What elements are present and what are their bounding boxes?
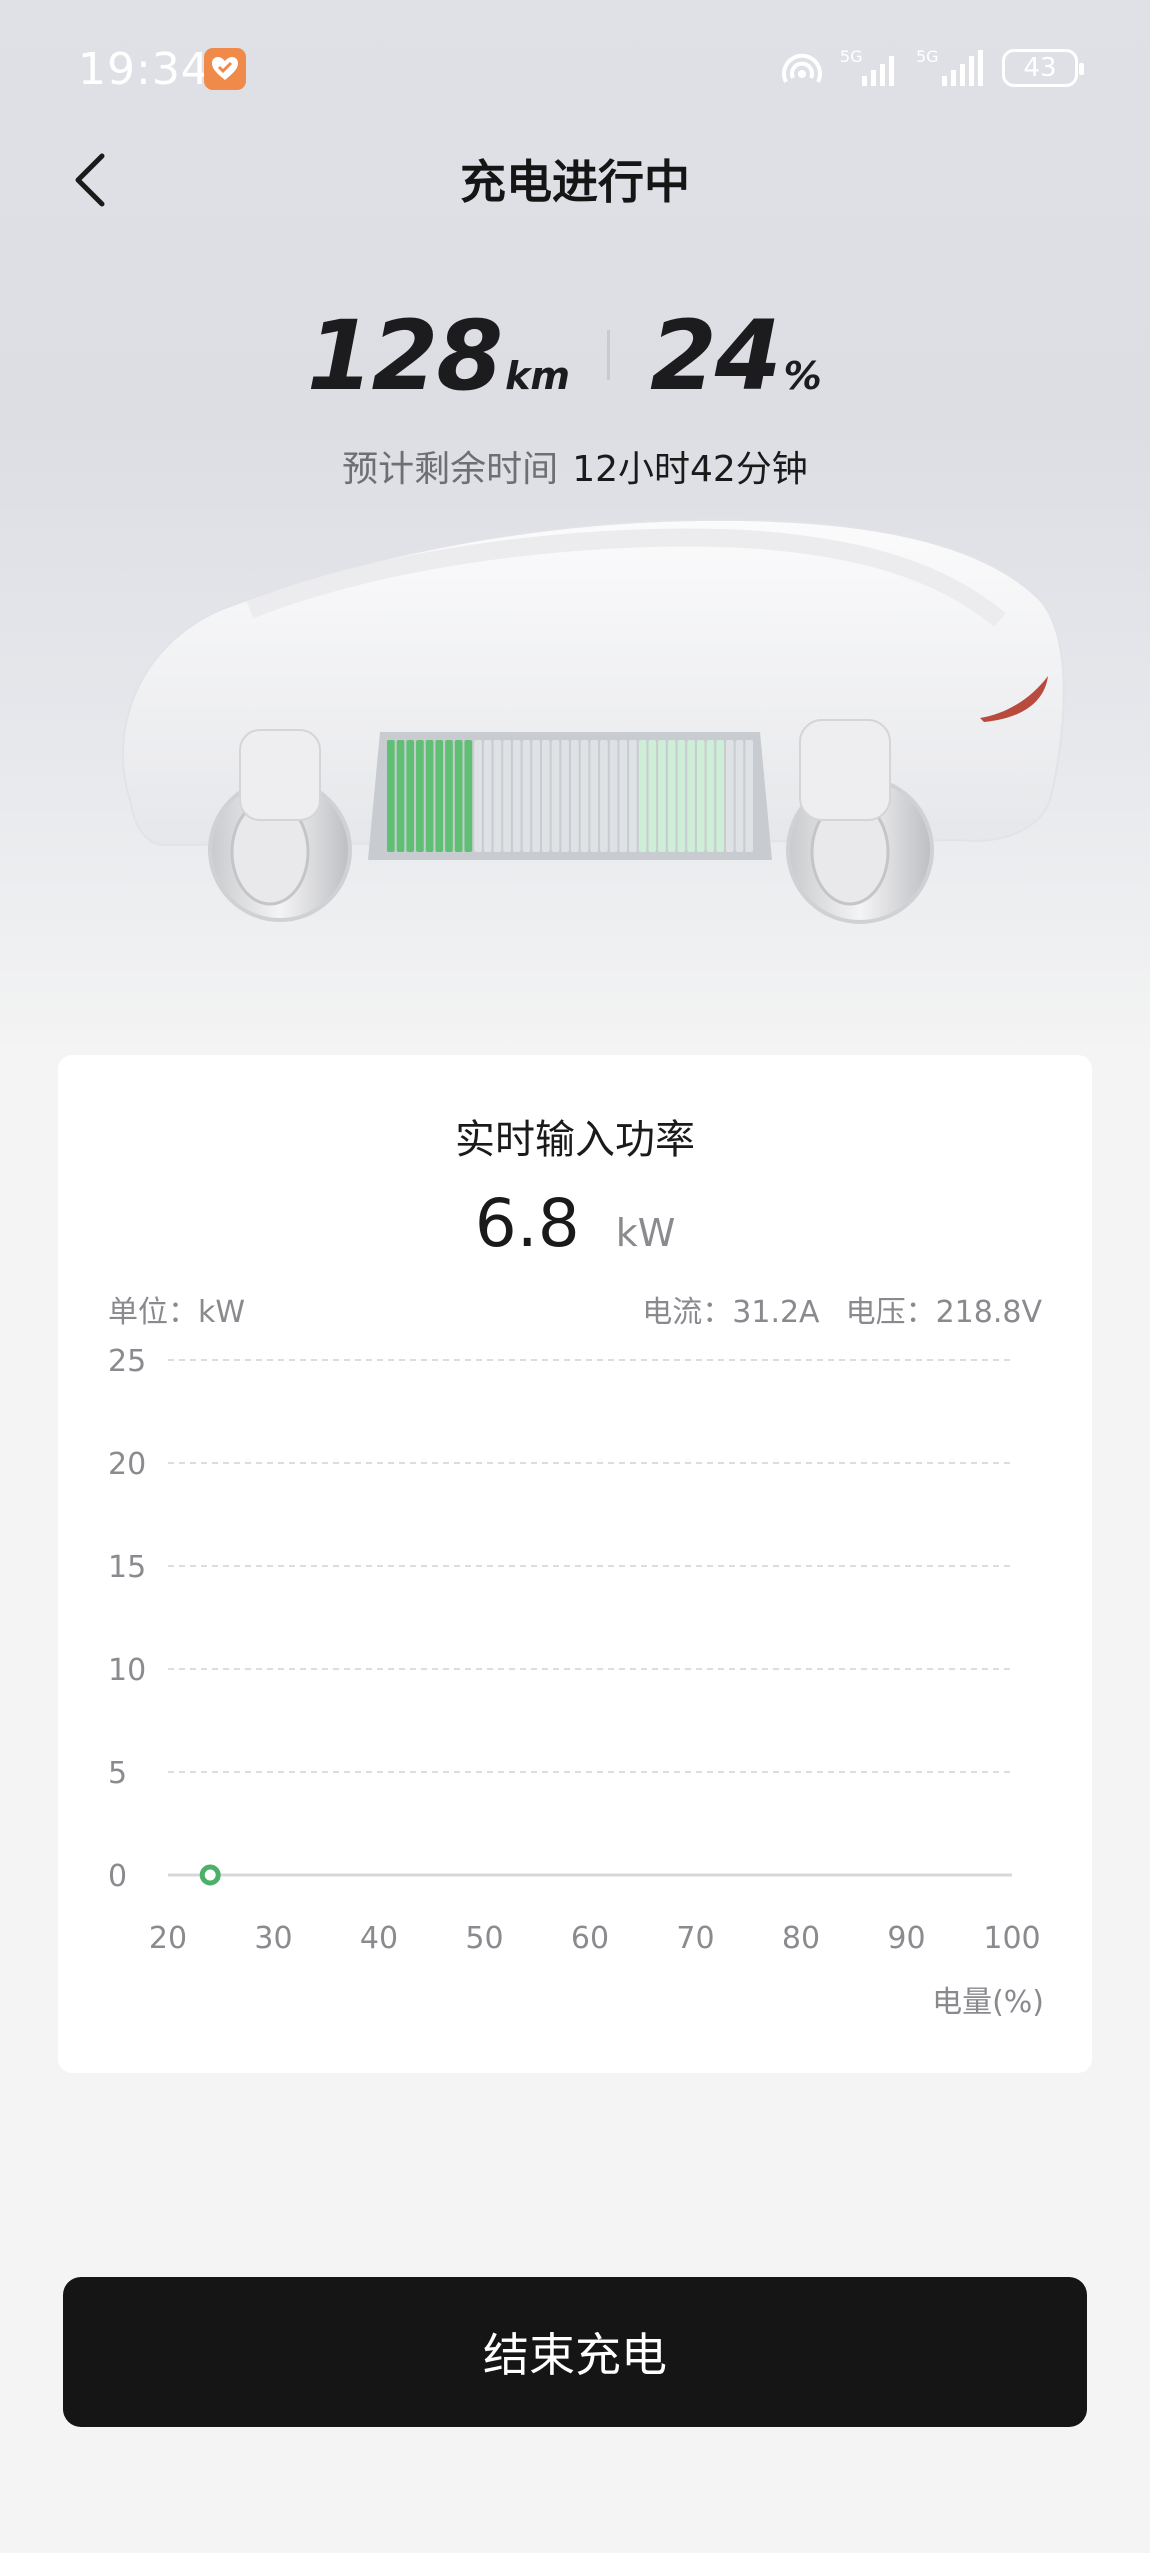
- range-unit: km: [505, 354, 570, 398]
- x-tick-label: 100: [983, 1921, 1040, 1956]
- x-tick-label: 20: [149, 1921, 187, 1956]
- battery-pack: [368, 732, 772, 860]
- power-card: 实时输入功率 6.8 kW 单位：kW 电流：31.2A 电压：218.8V 05…: [58, 1055, 1092, 2073]
- battery-icon: 43: [1002, 49, 1084, 87]
- car-illustration: [121, 518, 1065, 924]
- battery-cell: [716, 740, 724, 852]
- range-value: 128: [306, 300, 503, 412]
- hotspot-icon: [782, 53, 822, 83]
- battery-cell: [551, 740, 560, 852]
- battery-cell-charged: [435, 740, 444, 852]
- end-charging-button[interactable]: 结束充电: [63, 2277, 1087, 2427]
- x-tick-label: 40: [360, 1921, 398, 1956]
- y-tick-label: 0: [108, 1859, 127, 1894]
- battery-cell-charged: [406, 740, 415, 852]
- signal-5g-icon-2: 5G: [916, 47, 983, 86]
- battery-cell-charged: [445, 740, 453, 852]
- battery-cell: [483, 740, 492, 852]
- battery-cell: [677, 740, 686, 852]
- battery-cell: [696, 740, 705, 852]
- battery-cell-charged: [396, 740, 405, 852]
- battery-cell: [667, 740, 676, 852]
- battery-cell: [658, 740, 666, 852]
- y-tick-label: 25: [108, 1344, 146, 1379]
- eta-row: 预计剩余时间 12小时42分钟: [0, 440, 1150, 492]
- battery-value: 24: [650, 300, 782, 412]
- stat-divider: [607, 330, 610, 380]
- battery-cell: [590, 740, 599, 852]
- status-icons: 5G 5G 43: [778, 46, 1084, 90]
- battery-stat: 24 %: [650, 300, 822, 412]
- battery-cell-charged: [454, 740, 463, 852]
- data-point: [199, 1864, 221, 1886]
- battery-cell: [619, 740, 628, 852]
- battery-cell-charged: [387, 740, 395, 852]
- network-label-1: 5G: [840, 47, 863, 66]
- x-tick-label: 30: [254, 1921, 292, 1956]
- x-tick-label: 60: [571, 1921, 609, 1956]
- range-stat: 128 km: [307, 300, 570, 412]
- battery-cell: [561, 740, 569, 852]
- signal-5g-icon: 5G: [840, 47, 894, 86]
- battery-cell: [503, 740, 511, 852]
- battery-unit: %: [783, 354, 822, 398]
- eta-label: 预计剩余时间: [342, 449, 559, 490]
- battery-cell: [706, 740, 715, 852]
- battery-cell: [638, 740, 647, 852]
- app-notification-icon: [204, 48, 246, 90]
- x-axis-title: 电量(%): [932, 1985, 1044, 2020]
- battery-level: 43: [1023, 53, 1057, 83]
- y-tick-label: 20: [108, 1447, 146, 1482]
- battery-cell: [493, 740, 502, 852]
- power-chart: 0 5 10 15 20 25 20 30 40 50 60 70 80 90 100: [108, 1344, 1041, 1956]
- battery-cell: [735, 740, 744, 852]
- battery-cell: [725, 740, 734, 852]
- battery-cell: [580, 740, 589, 852]
- charge-stats: 128 km 24 %: [0, 300, 1150, 412]
- x-tick-label: 50: [465, 1921, 503, 1956]
- battery-cell: [648, 740, 657, 852]
- battery-cell: [571, 740, 579, 852]
- y-tick-label: 5: [108, 1756, 127, 1791]
- battery-cell-charged: [425, 740, 434, 852]
- battery-cell-charged: [464, 740, 473, 852]
- battery-cell: [532, 740, 540, 852]
- battery-cell: [629, 740, 637, 852]
- x-tick-label: 90: [887, 1921, 925, 1956]
- status-bar: 19:34 5G 5G 43: [0, 0, 1150, 140]
- battery-cell: [687, 740, 695, 852]
- x-tick-label: 80: [782, 1921, 820, 1956]
- status-time: 19:34: [78, 44, 210, 95]
- eta-value: 12小时42分钟: [572, 449, 808, 490]
- y-tick-label: 15: [108, 1550, 146, 1585]
- battery-cell-charged: [416, 740, 424, 852]
- page-title: 充电进行中: [460, 155, 690, 209]
- x-tick-label: 70: [676, 1921, 714, 1956]
- battery-cell: [745, 740, 753, 852]
- battery-cell: [522, 740, 531, 852]
- battery-cell: [512, 740, 521, 852]
- network-label-2: 5G: [916, 47, 939, 66]
- battery-cell: [600, 740, 608, 852]
- battery-cell: [474, 740, 482, 852]
- battery-cell: [609, 740, 618, 852]
- battery-cell: [541, 740, 550, 852]
- y-tick-label: 10: [108, 1653, 146, 1688]
